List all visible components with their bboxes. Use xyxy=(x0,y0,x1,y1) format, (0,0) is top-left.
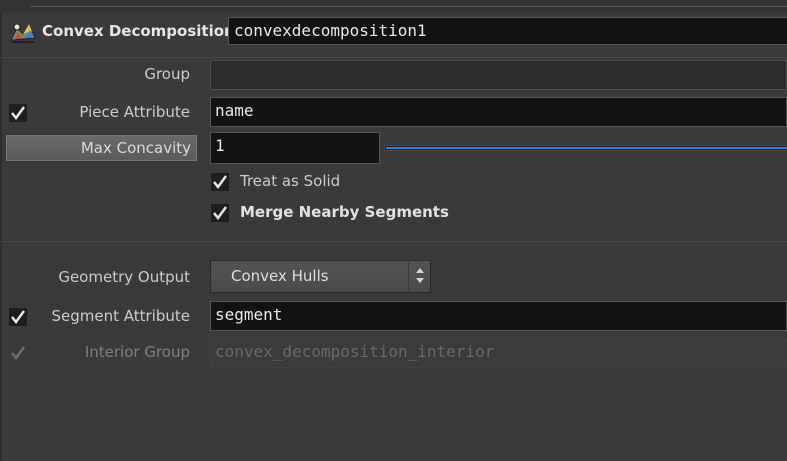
max-concavity-field[interactable]: 1 xyxy=(210,132,380,164)
checkmark-icon xyxy=(209,202,231,224)
interior-group-enable-checkbox[interactable] xyxy=(8,343,28,363)
header-divider xyxy=(0,57,787,58)
geometry-output-menu[interactable]: Convex Hulls xyxy=(210,260,431,293)
piece-attribute-field[interactable]: name xyxy=(210,97,787,127)
section-divider xyxy=(0,241,787,242)
node-name-field[interactable]: convexdecomposition1 xyxy=(228,17,787,45)
group-field[interactable] xyxy=(210,60,787,90)
treat-as-solid-label: Treat as Solid xyxy=(240,172,341,190)
top-divider xyxy=(30,6,787,7)
interior-group-label: Interior Group xyxy=(84,343,190,361)
geometry-output-value: Convex Hulls xyxy=(231,267,329,285)
checkmark-icon xyxy=(11,346,26,361)
segment-attribute-label: Segment Attribute xyxy=(51,307,190,325)
interior-group-field[interactable]: convex_decomposition_interior xyxy=(210,338,787,368)
merge-nearby-segments-checkbox[interactable] xyxy=(209,202,231,224)
treat-as-solid-checkbox[interactable] xyxy=(209,171,231,193)
geometry-output-label: Geometry Output xyxy=(58,268,190,286)
convex-decomposition-node-icon xyxy=(8,18,38,46)
checkmark-icon xyxy=(7,306,29,328)
merge-nearby-segments-label: Merge Nearby Segments xyxy=(240,203,449,221)
panel-left-edge xyxy=(0,12,2,461)
segment-attribute-enable-checkbox[interactable] xyxy=(7,306,29,328)
max-concavity-slider-fill xyxy=(386,147,787,149)
max-concavity-label[interactable]: Max Concavity xyxy=(6,135,197,161)
menu-arrows-icon xyxy=(408,260,431,293)
piece-attribute-enable-checkbox[interactable] xyxy=(7,102,29,124)
piece-attribute-label: Piece Attribute xyxy=(79,103,190,121)
group-label: Group xyxy=(144,65,190,83)
checkmark-icon xyxy=(209,171,231,193)
node-type-label: Convex Decomposition xyxy=(42,22,235,40)
segment-attribute-field[interactable]: segment xyxy=(210,301,787,331)
checkmark-icon xyxy=(7,102,29,124)
